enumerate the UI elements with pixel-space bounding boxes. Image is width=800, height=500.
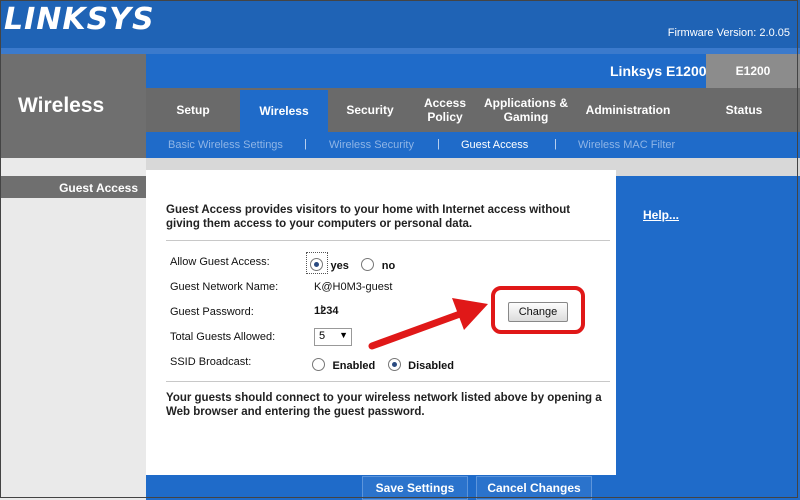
subnav-separator: | (304, 138, 307, 150)
model-name: Linksys E1200 (610, 63, 707, 79)
total-guests-select[interactable]: 5 ▼ (314, 328, 352, 346)
guest-password-value: 1234 (314, 305, 339, 317)
tab-setup[interactable]: Setup (150, 88, 236, 132)
guest-password-label: Guest Password: (170, 306, 254, 318)
allow-no-label: no (381, 260, 396, 272)
guest-network-name-label: Guest Network Name: (170, 281, 279, 293)
tab-security[interactable]: Security (332, 88, 408, 132)
subtab-wireless-mac-filter[interactable]: Wireless MAC Filter (578, 139, 675, 151)
allow-no-radio[interactable] (361, 258, 375, 271)
intro-text: Guest Access provides visitors to your h… (166, 204, 571, 230)
tab-status[interactable]: Status (708, 88, 780, 132)
allow-yes-label: yes (330, 260, 349, 272)
total-guests-value: 5 (319, 330, 326, 342)
tab-wireless[interactable]: Wireless (240, 90, 328, 132)
allow-guest-radio-group: yes no (310, 256, 395, 274)
total-guests-label: Total Guests Allowed: (170, 331, 276, 343)
guest-instructions-text: Your guests should connect to your wirel… (166, 392, 602, 418)
divider (166, 240, 610, 241)
subtab-wireless-security[interactable]: Wireless Security (329, 139, 414, 151)
help-panel (616, 176, 800, 500)
ssid-enabled-label: Enabled (332, 360, 376, 372)
left-section-label: Guest Access (59, 181, 138, 195)
linksys-logo: LINKSYS (4, 2, 155, 37)
tab-access-policy[interactable]: Access Policy (412, 88, 478, 132)
allow-yes-radio[interactable] (310, 258, 323, 271)
allow-guest-label: Allow Guest Access: (170, 256, 270, 268)
text-cursor-icon: I (320, 302, 324, 317)
change-password-button[interactable]: Change (508, 302, 568, 322)
save-settings-button[interactable]: Save Settings (362, 476, 468, 500)
subtab-guest-access[interactable]: Guest Access (461, 139, 528, 151)
subnav-separator: | (437, 138, 440, 150)
model-badge: E1200 (706, 54, 800, 88)
ssid-broadcast-label: SSID Broadcast: (170, 356, 252, 368)
left-panel (0, 158, 146, 500)
chevron-down-icon: ▼ (339, 330, 348, 340)
ssid-disabled-label: Disabled (408, 360, 455, 372)
subnav-separator: | (554, 138, 557, 150)
help-link[interactable]: Help... (643, 208, 679, 222)
firmware-version: Firmware Version: 2.0.05 (667, 27, 790, 39)
divider (166, 381, 610, 382)
cancel-changes-button[interactable]: Cancel Changes (476, 476, 592, 500)
subtab-basic-wireless-settings[interactable]: Basic Wireless Settings (168, 139, 283, 151)
tab-applications-gaming[interactable]: Applications & Gaming (480, 88, 572, 132)
red-arrow-icon (368, 298, 488, 350)
tab-administration[interactable]: Administration (576, 88, 680, 132)
ssid-enabled-radio[interactable] (312, 358, 325, 371)
section-title: Wireless (18, 94, 105, 117)
